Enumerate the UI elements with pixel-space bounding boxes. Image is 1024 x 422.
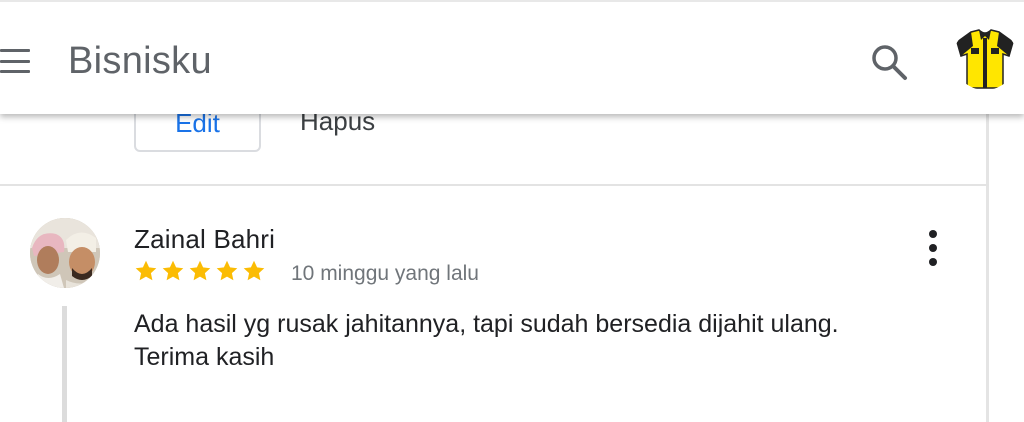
app-header: Bisnisku [0,0,1024,114]
search-icon[interactable] [869,42,909,82]
star-rating [134,259,266,283]
hamburger-menu-icon[interactable] [0,49,30,73]
star-icon [135,260,157,281]
review-timestamp: 10 minggu yang lalu [291,262,479,285]
review-text: Ada hasil yg rusak jahitannya, tapi suda… [134,310,839,371]
reply-thread-line [62,306,67,422]
yellow-shirt-icon [956,29,1014,89]
star-icon [216,260,238,281]
reviewer-avatar[interactable] [30,218,100,288]
profile-avatar[interactable] [953,26,1017,90]
app-title: Bisnisku [68,40,212,82]
reviewer-photo-icon [30,218,100,288]
more-vert-icon-dot [929,258,937,266]
star-icon [162,260,184,281]
star-icon [189,260,211,281]
scroll-rail [986,112,989,422]
star-icon [243,260,265,281]
more-vert-icon [929,230,937,238]
more-options-button[interactable] [918,226,948,270]
more-vert-icon-dot [929,244,937,252]
review-divider [0,184,989,186]
reviewer-name[interactable]: Zainal Bahri [134,224,275,255]
